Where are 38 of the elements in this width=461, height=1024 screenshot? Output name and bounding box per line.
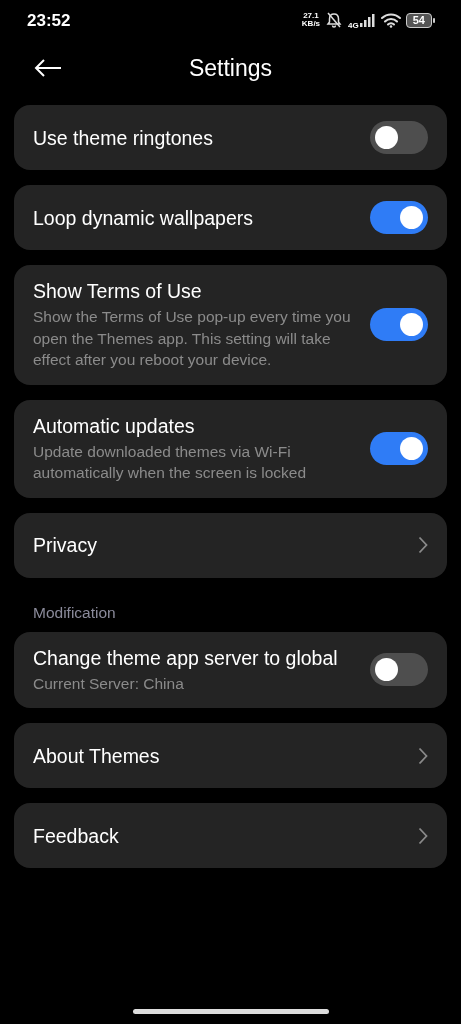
toggle-switch[interactable]: [370, 432, 428, 465]
chevron-right-icon: [418, 746, 428, 765]
chevron-right-icon: [418, 536, 428, 554]
settings-row[interactable]: About Themes: [14, 723, 447, 788]
setting-title: Loop dynamic wallpapers: [33, 205, 255, 230]
speed-unit: KB/s: [301, 20, 321, 28]
settings-row[interactable]: Loop dynamic wallpapers: [14, 185, 447, 250]
setting-title: Use theme ringtones: [33, 125, 214, 150]
toggle-switch[interactable]: [370, 121, 428, 154]
settings-row[interactable]: Use theme ringtones: [14, 105, 447, 170]
settings-row[interactable]: Show Terms of Use Show the Terms of Use pop-up every time you open the Themes app. This setting will take effect after you reboot your device.: [14, 265, 447, 385]
network-type: 4G: [348, 20, 359, 30]
toggle-switch[interactable]: [370, 201, 428, 234]
settings-row[interactable]: Automatic updates Update downloaded themes via Wi-Fi automatically when the screen is locked: [14, 399, 447, 498]
settings-row[interactable]: Feedback: [14, 803, 447, 868]
wifi-icon: [380, 12, 401, 28]
setting-description: Show the Terms of Use pop-up every time you open the Themes app. This setting will take effect after you reboot your device.: [33, 307, 352, 370]
setting-title: Feedback: [33, 823, 120, 848]
setting-title: Show Terms of Use: [33, 279, 203, 303]
chevron-right-icon: [418, 826, 428, 845]
setting-description: Current Server: China: [33, 673, 185, 694]
setting-description: Update downloaded themes via Wi-Fi automatically when the screen is locked: [33, 441, 308, 483]
toggle-switch[interactable]: [370, 308, 428, 342]
section-header: Modification: [33, 603, 116, 621]
setting-title: About Themes: [33, 743, 161, 768]
settings-row[interactable]: Change theme app server to global Current Server: China: [14, 631, 447, 708]
clock: 23:52: [27, 9, 72, 31]
mute-bell-icon: [325, 12, 344, 28]
setting-title: Automatic updates: [33, 413, 196, 438]
setting-title: Change theme app server to global: [33, 645, 339, 670]
back-arrow-icon: [34, 59, 62, 77]
speed-value: 27.1: [302, 12, 320, 20]
settings-row[interactable]: Privacy: [14, 512, 447, 578]
toggle-switch[interactable]: [370, 653, 428, 687]
page-title: Settings: [188, 54, 273, 81]
setting-title: Privacy: [33, 533, 98, 557]
battery-icon: 54: [405, 12, 435, 28]
signal-icon: [359, 13, 376, 27]
